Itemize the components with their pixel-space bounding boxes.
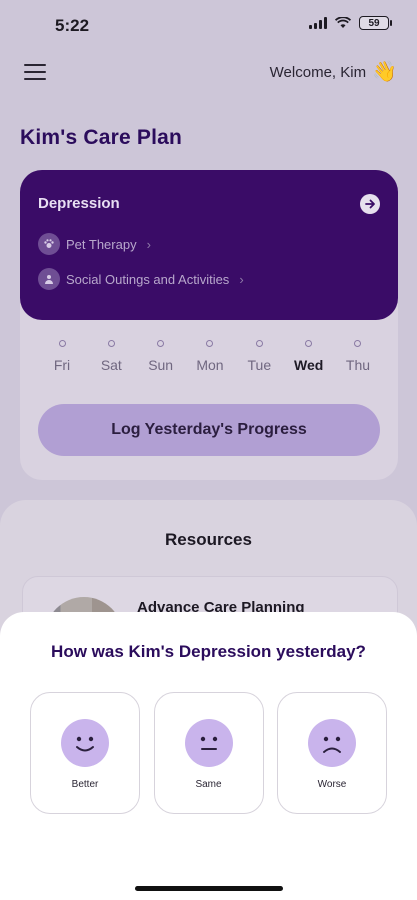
feedback-options: Better Same Worse [30, 692, 387, 814]
arrow-right-icon[interactable] [360, 194, 380, 214]
home-indicator[interactable] [135, 886, 283, 891]
option-label: Same [195, 779, 222, 790]
day-fri[interactable]: Fri [40, 340, 84, 373]
chevron-right-icon: › [239, 271, 244, 287]
day-label: Wed [293, 357, 324, 373]
status-time: 5:22 [55, 16, 90, 35]
paw-icon [38, 233, 60, 255]
chevron-right-icon: › [146, 236, 151, 252]
resources-title: Resources [165, 530, 252, 549]
welcome-text: Welcome, Kim [269, 63, 367, 81]
hamburger-menu-icon[interactable] [24, 64, 46, 80]
day-dot [305, 340, 313, 347]
activity-label: Pet Therapy [66, 236, 137, 252]
smile-face-icon [61, 719, 109, 767]
activity-pet-therapy[interactable]: Pet Therapy › [38, 233, 151, 255]
option-label: Worse [317, 779, 347, 790]
day-dot [157, 340, 165, 347]
day-label: Sun [148, 357, 174, 373]
condition-title: Depression [38, 195, 120, 212]
option-label: Better [71, 779, 99, 790]
option-worse[interactable]: Worse [277, 692, 387, 814]
care-plan-title: Kim's Care Plan [20, 126, 183, 149]
day-sat[interactable]: Sat [89, 340, 133, 373]
battery-icon: 59 [359, 16, 392, 30]
day-label: Sat [100, 357, 122, 373]
app-screen: 5:22 59 Welcome, Kim 👋 Kim's Care Plan D… [0, 0, 417, 900]
feedback-question: How was Kim's Depression yesterday? [51, 642, 366, 661]
option-same[interactable]: Same [153, 692, 264, 814]
status-bar: 5:22 59 [0, 0, 417, 46]
wifi-icon [335, 17, 351, 28]
day-dot [58, 340, 66, 347]
welcome-message: Welcome, Kim 👋 [270, 62, 397, 82]
day-dot [107, 340, 115, 347]
waving-hand-icon: 👋 [372, 61, 397, 83]
battery-level: 59 [368, 17, 380, 29]
day-selector: Fri Sat Sun Mon Tue Wed Thu [40, 340, 380, 373]
day-dot [255, 340, 263, 347]
option-better[interactable]: Better [30, 692, 140, 814]
condition-card[interactable]: Depression Pet Therapy › Social Outings … [20, 170, 398, 320]
day-label: Thu [345, 357, 371, 373]
day-thu[interactable]: Thu [336, 340, 380, 373]
care-plan-card: Depression Pet Therapy › Social Outings … [20, 170, 398, 480]
day-dot [354, 340, 362, 347]
day-label: Fri [53, 357, 71, 373]
feedback-bottom-sheet: How was Kim's Depression yesterday? Bett… [0, 612, 417, 900]
day-label: Mon [196, 357, 224, 373]
day-sun[interactable]: Sun [139, 340, 183, 373]
log-progress-button[interactable]: Log Yesterday's Progress [38, 404, 380, 456]
frown-face-icon [308, 719, 356, 767]
day-mon[interactable]: Mon [188, 340, 232, 373]
neutral-face-icon [184, 719, 233, 767]
signal-icon [309, 17, 327, 29]
activity-label: Social Outings and Activities [66, 271, 230, 287]
day-tue[interactable]: Tue [237, 340, 281, 373]
day-label: Tue [247, 357, 272, 373]
top-bar: Welcome, Kim 👋 [0, 58, 417, 88]
day-wed[interactable]: Wed [287, 340, 331, 373]
day-dot [206, 340, 214, 347]
people-icon [38, 268, 60, 290]
status-icons: 59 [309, 16, 392, 30]
activity-social-outings[interactable]: Social Outings and Activities › [38, 268, 244, 290]
